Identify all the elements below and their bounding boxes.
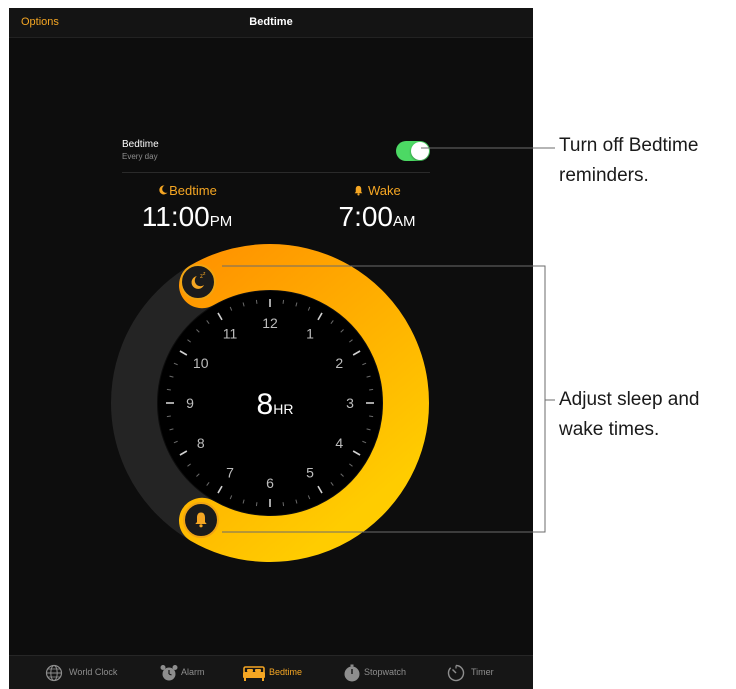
toggle-callout: Turn off Bedtime reminders.	[559, 135, 699, 186]
callout-lines	[222, 147, 555, 533]
dial-callout: Adjust sleep and wake times.	[559, 389, 700, 440]
